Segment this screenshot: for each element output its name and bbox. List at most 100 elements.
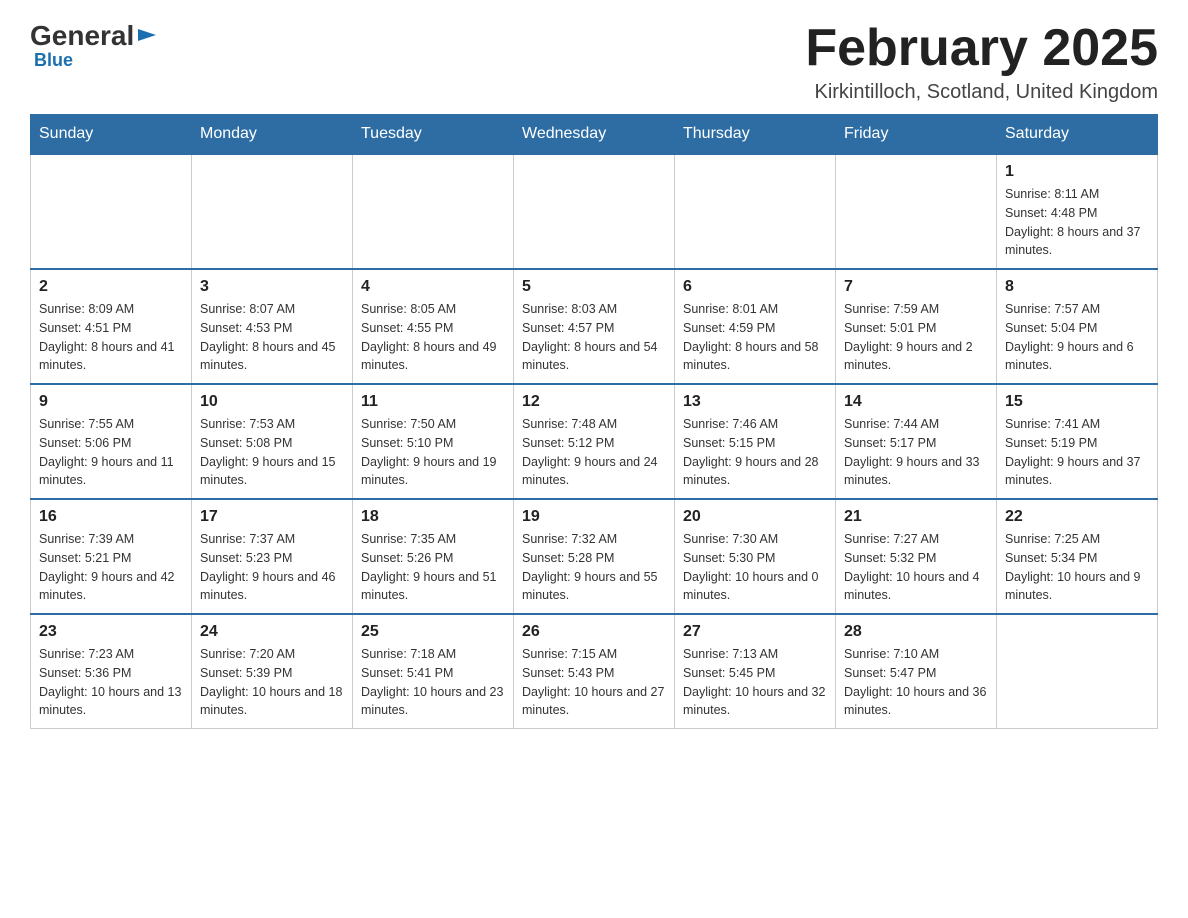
day-info: Sunrise: 7:27 AMSunset: 5:32 PMDaylight:… (844, 530, 988, 605)
calendar-cell (836, 154, 997, 269)
calendar-subtitle: Kirkintilloch, Scotland, United Kingdom (805, 81, 1158, 104)
weekday-header-monday: Monday (192, 115, 353, 155)
day-info: Sunrise: 8:05 AMSunset: 4:55 PMDaylight:… (361, 300, 505, 375)
calendar-cell: 20Sunrise: 7:30 AMSunset: 5:30 PMDayligh… (675, 499, 836, 614)
day-number: 18 (361, 508, 505, 526)
day-info: Sunrise: 7:18 AMSunset: 5:41 PMDaylight:… (361, 645, 505, 720)
calendar-cell: 17 Sunrise: 7:37 AMSunset: 5:23 PMDayligh… (192, 499, 353, 614)
calendar-cell: 1 Sunrise: 8:11 AMSunset: 4:48 PMDaylight… (997, 154, 1158, 269)
day-info: Sunrise: 7:15 AMSunset: 5:43 PMDaylight:… (522, 645, 666, 720)
day-number: 6 (683, 278, 827, 296)
day-info: Sunrise: 7:20 AMSunset: 5:39 PMDaylight:… (200, 645, 344, 720)
day-info: Sunrise: 7:23 AMSunset: 5:36 PMDaylight:… (39, 645, 183, 720)
logo-flag-icon (136, 27, 158, 49)
day-info: Sunrise: 8:03 AMSunset: 4:57 PMDaylight:… (522, 300, 666, 375)
day-number: 3 (200, 278, 344, 296)
calendar-week-row: 23 Sunrise: 7:23 AMSunset: 5:36 PMDayligh… (31, 614, 1158, 729)
calendar-cell: 13Sunrise: 7:46 AMSunset: 5:15 PMDayligh… (675, 384, 836, 499)
logo: General Blue (30, 20, 158, 71)
calendar-header-row: SundayMondayTuesdayWednesdayThursdayFrid… (31, 115, 1158, 155)
calendar-cell (514, 154, 675, 269)
day-number: 16 (39, 508, 183, 526)
day-info: Sunrise: 8:11 AMSunset: 4:48 PMDaylight:… (1005, 185, 1149, 260)
day-number: 7 (844, 278, 988, 296)
logo-general-text: General (30, 20, 134, 52)
day-info: Sunrise: 7:35 AMSunset: 5:26 PMDaylight:… (361, 530, 505, 605)
day-number: 21 (844, 508, 988, 526)
day-info: Sunrise: 7:41 AMSunset: 5:19 PMDaylight:… (1005, 415, 1149, 490)
calendar-cell: 11 Sunrise: 7:50 AMSunset: 5:10 PMDayligh… (353, 384, 514, 499)
calendar-week-row: 2 Sunrise: 8:09 AMSunset: 4:51 PMDaylight… (31, 269, 1158, 384)
day-info: Sunrise: 7:59 AMSunset: 5:01 PMDaylight:… (844, 300, 988, 375)
day-info: Sunrise: 7:13 AMSunset: 5:45 PMDaylight:… (683, 645, 827, 720)
logo-blue-text: Blue (34, 50, 73, 71)
calendar-week-row: 16 Sunrise: 7:39 AMSunset: 5:21 PMDayligh… (31, 499, 1158, 614)
calendar-table: SundayMondayTuesdayWednesdayThursdayFrid… (30, 114, 1158, 729)
day-info: Sunrise: 7:10 AMSunset: 5:47 PMDaylight:… (844, 645, 988, 720)
calendar-cell: 22Sunrise: 7:25 AMSunset: 5:34 PMDayligh… (997, 499, 1158, 614)
day-info: Sunrise: 7:57 AMSunset: 5:04 PMDaylight:… (1005, 300, 1149, 375)
calendar-cell: 27 Sunrise: 7:13 AMSunset: 5:45 PMDayligh… (675, 614, 836, 729)
day-info: Sunrise: 7:37 AMSunset: 5:23 PMDaylight:… (200, 530, 344, 605)
day-number: 19 (522, 508, 666, 526)
day-number: 17 (200, 508, 344, 526)
calendar-title: February 2025 (805, 20, 1158, 77)
calendar-cell: 10 Sunrise: 7:53 AMSunset: 5:08 PMDayligh… (192, 384, 353, 499)
day-info: Sunrise: 7:55 AMSunset: 5:06 PMDaylight:… (39, 415, 183, 490)
day-number: 5 (522, 278, 666, 296)
calendar-cell: 8 Sunrise: 7:57 AMSunset: 5:04 PMDaylight… (997, 269, 1158, 384)
day-number: 26 (522, 623, 666, 641)
calendar-cell (31, 154, 192, 269)
calendar-cell: 28 Sunrise: 7:10 AMSunset: 5:47 PMDayligh… (836, 614, 997, 729)
calendar-cell: 23 Sunrise: 7:23 AMSunset: 5:36 PMDayligh… (31, 614, 192, 729)
calendar-cell: 16 Sunrise: 7:39 AMSunset: 5:21 PMDayligh… (31, 499, 192, 614)
weekday-header-thursday: Thursday (675, 115, 836, 155)
day-number: 28 (844, 623, 988, 641)
day-number: 10 (200, 393, 344, 411)
day-number: 27 (683, 623, 827, 641)
day-info: Sunrise: 8:01 AMSunset: 4:59 PMDaylight:… (683, 300, 827, 375)
calendar-cell: 4Sunrise: 8:05 AMSunset: 4:55 PMDaylight… (353, 269, 514, 384)
day-number: 23 (39, 623, 183, 641)
day-number: 22 (1005, 508, 1149, 526)
calendar-cell: 15Sunrise: 7:41 AMSunset: 5:19 PMDayligh… (997, 384, 1158, 499)
day-info: Sunrise: 7:32 AMSunset: 5:28 PMDaylight:… (522, 530, 666, 605)
day-info: Sunrise: 8:07 AMSunset: 4:53 PMDaylight:… (200, 300, 344, 375)
calendar-cell (675, 154, 836, 269)
day-number: 11 (361, 393, 505, 411)
calendar-cell: 24 Sunrise: 7:20 AMSunset: 5:39 PMDayligh… (192, 614, 353, 729)
weekday-header-wednesday: Wednesday (514, 115, 675, 155)
day-info: Sunrise: 7:46 AMSunset: 5:15 PMDaylight:… (683, 415, 827, 490)
calendar-cell: 9 Sunrise: 7:55 AMSunset: 5:06 PMDaylight… (31, 384, 192, 499)
calendar-cell: 7 Sunrise: 7:59 AMSunset: 5:01 PMDaylight… (836, 269, 997, 384)
day-info: Sunrise: 7:39 AMSunset: 5:21 PMDaylight:… (39, 530, 183, 605)
calendar-cell (192, 154, 353, 269)
calendar-week-row: 9 Sunrise: 7:55 AMSunset: 5:06 PMDaylight… (31, 384, 1158, 499)
weekday-header-friday: Friday (836, 115, 997, 155)
weekday-header-tuesday: Tuesday (353, 115, 514, 155)
calendar-cell: 26 Sunrise: 7:15 AMSunset: 5:43 PMDayligh… (514, 614, 675, 729)
day-number: 1 (1005, 163, 1149, 181)
calendar-cell: 2 Sunrise: 8:09 AMSunset: 4:51 PMDaylight… (31, 269, 192, 384)
day-number: 9 (39, 393, 183, 411)
day-info: Sunrise: 8:09 AMSunset: 4:51 PMDaylight:… (39, 300, 183, 375)
calendar-cell: 18 Sunrise: 7:35 AMSunset: 5:26 PMDayligh… (353, 499, 514, 614)
day-number: 8 (1005, 278, 1149, 296)
day-info: Sunrise: 7:53 AMSunset: 5:08 PMDaylight:… (200, 415, 344, 490)
day-info: Sunrise: 7:44 AMSunset: 5:17 PMDaylight:… (844, 415, 988, 490)
day-number: 12 (522, 393, 666, 411)
weekday-header-saturday: Saturday (997, 115, 1158, 155)
day-number: 25 (361, 623, 505, 641)
calendar-cell: 25 Sunrise: 7:18 AMSunset: 5:41 PMDayligh… (353, 614, 514, 729)
calendar-cell: 19 Sunrise: 7:32 AMSunset: 5:28 PMDayligh… (514, 499, 675, 614)
calendar-cell (353, 154, 514, 269)
calendar-cell: 14Sunrise: 7:44 AMSunset: 5:17 PMDayligh… (836, 384, 997, 499)
title-block: February 2025 Kirkintilloch, Scotland, U… (805, 20, 1158, 104)
day-number: 2 (39, 278, 183, 296)
calendar-cell (997, 614, 1158, 729)
calendar-cell: 6 Sunrise: 8:01 AMSunset: 4:59 PMDaylight… (675, 269, 836, 384)
day-info: Sunrise: 7:50 AMSunset: 5:10 PMDaylight:… (361, 415, 505, 490)
calendar-cell: 5 Sunrise: 8:03 AMSunset: 4:57 PMDaylight… (514, 269, 675, 384)
calendar-cell: 12Sunrise: 7:48 AMSunset: 5:12 PMDayligh… (514, 384, 675, 499)
day-number: 24 (200, 623, 344, 641)
